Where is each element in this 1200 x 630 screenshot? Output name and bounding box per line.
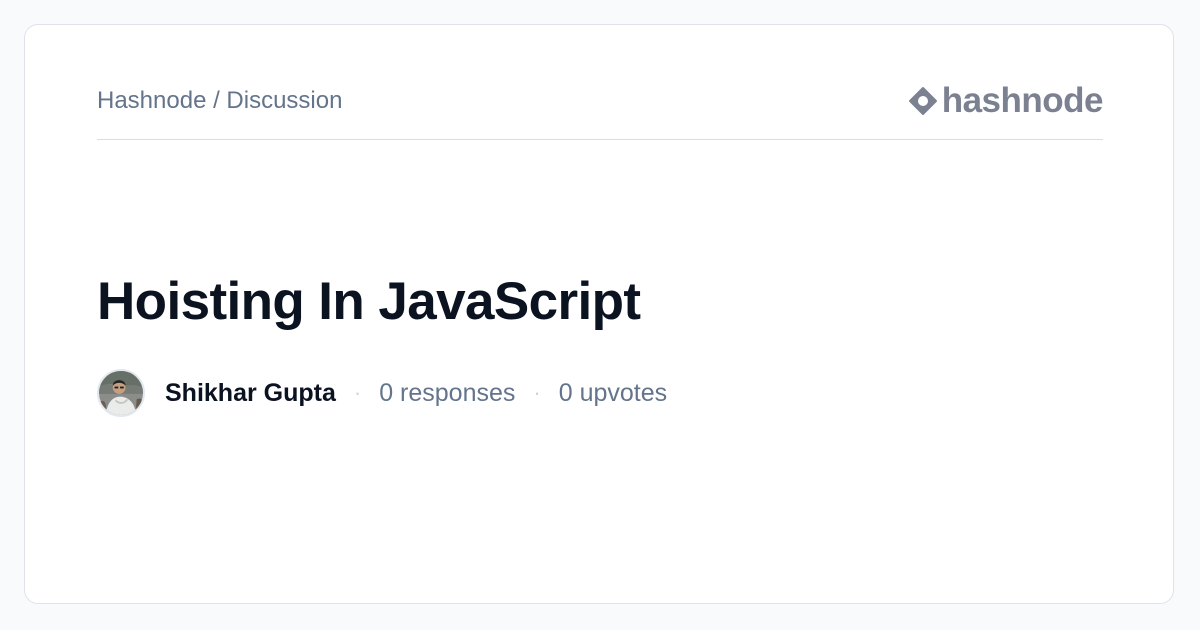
hashnode-logo[interactable]: hashnode (908, 81, 1104, 120)
card-header: Hashnode / Discussion hashnode (97, 81, 1104, 140)
og-card: Hashnode / Discussion hashnode Hoisting … (24, 24, 1174, 604)
hashnode-logo-icon (908, 87, 937, 115)
meta-separator: · (533, 380, 541, 405)
breadcrumb: Hashnode / Discussion (97, 87, 343, 114)
responses-count[interactable]: 0 responses (379, 379, 515, 408)
logo-wordmark: hashnode (941, 81, 1104, 120)
post-title[interactable]: Hoisting In JavaScript (97, 271, 641, 333)
author-name[interactable]: Shikhar Gupta (165, 379, 336, 408)
post-meta: Shikhar Gupta · 0 responses · 0 upvotes (97, 369, 667, 417)
author-avatar[interactable] (97, 369, 145, 417)
meta-separator: · (353, 380, 362, 405)
upvotes-count[interactable]: 0 upvotes (559, 379, 667, 408)
